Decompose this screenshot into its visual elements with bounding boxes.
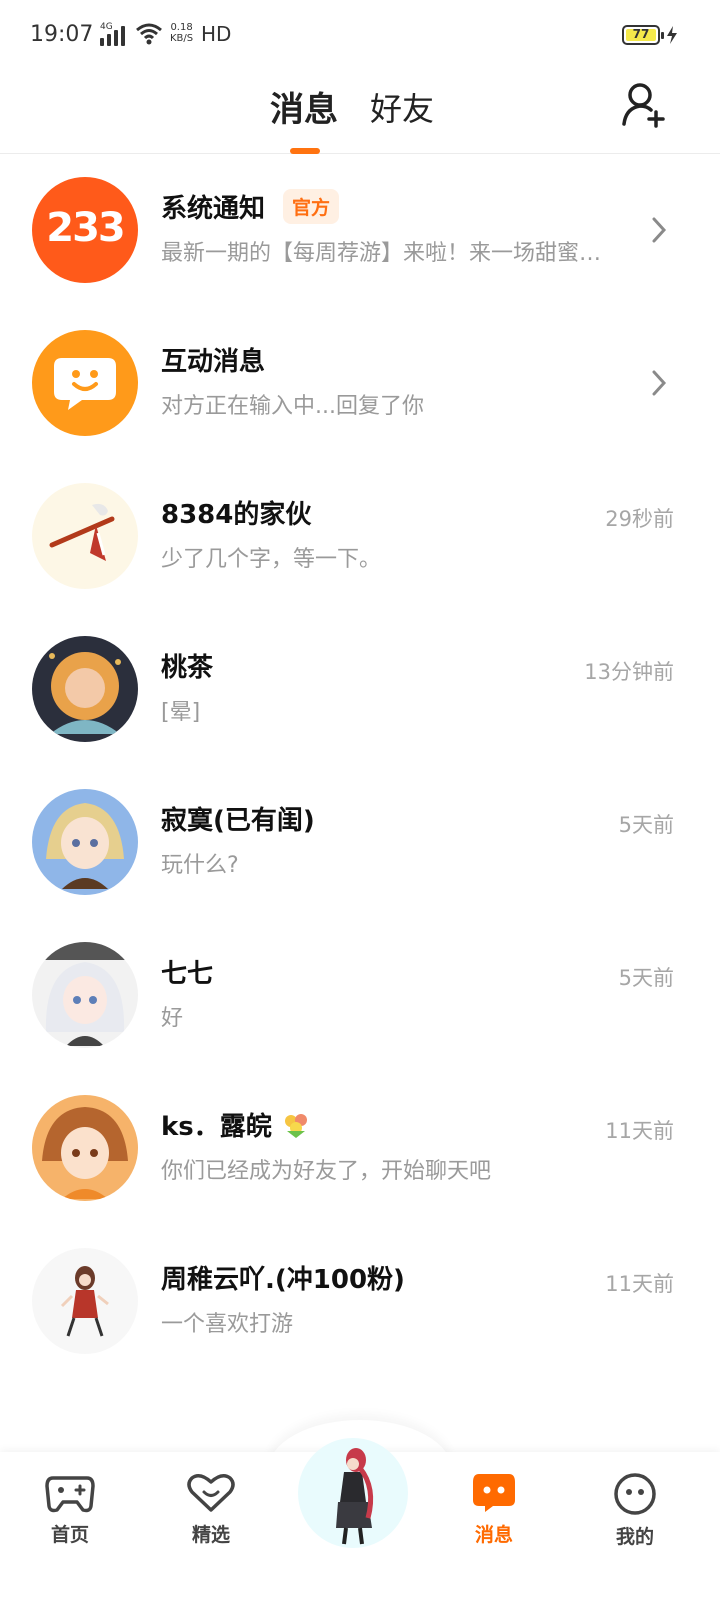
conversation-name: 桃茶 [161, 653, 214, 683]
conversation-name: 周稚云吖.(冲100粉) [161, 1265, 405, 1295]
conversation-name: ks．露皖 [161, 1106, 311, 1143]
character-avatar [336, 1448, 374, 1545]
conversation-item[interactable]: 七七 好 5天前 [0, 920, 720, 1073]
nav-profile[interactable]: 我的 [590, 1472, 680, 1549]
conversation-item-interactions[interactable]: 互动消息 对方正在输入中...回复了你 [0, 308, 720, 461]
user-avatar [32, 1248, 138, 1354]
conversation-preview: 最新一期的【每周荐游】来啦！来一场甜蜜… [161, 241, 602, 266]
conversation-name: 寂寞(已有闺) [161, 806, 315, 836]
conversation-time: 11天前 [605, 1272, 674, 1296]
conversation-preview: 对方正在输入中...回复了你 [161, 394, 424, 419]
conversation-item-system[interactable]: 233 系统通知 官方 最新一期的【每周荐游】来啦！来一场甜蜜… [0, 155, 720, 308]
conversation-item[interactable]: 8384的家伙 少了几个字，等一下。 29秒前 [0, 461, 720, 614]
conversation-name: 七七 [161, 959, 214, 989]
conversation-time: 5天前 [618, 813, 674, 837]
logo-233-text: 233 [46, 205, 126, 251]
header: 消息 好友 [0, 70, 720, 154]
user-avatar [32, 942, 138, 1048]
network-speed: 0.18 KB/S [170, 22, 194, 44]
chat-bubble-avatar [32, 330, 138, 436]
battery-icon: 77 [622, 25, 664, 45]
hd-indicator: HD [201, 22, 232, 46]
charging-icon [667, 26, 677, 44]
chat-bubble-icon [54, 358, 116, 410]
system-logo-avatar: 233 [32, 177, 138, 283]
user-avatar [32, 636, 138, 742]
conversation-item[interactable]: 周稚云吖.(冲100粉) 一个喜欢打游 11天前 [0, 1226, 720, 1379]
conversation-item[interactable]: 桃茶 [晕] 13分钟前 [0, 614, 720, 767]
add-user-icon[interactable] [620, 80, 668, 130]
nav-featured-label: 精选 [191, 1524, 230, 1546]
conversation-time: 13分钟前 [584, 660, 674, 684]
status-time: 19:07 [30, 22, 94, 47]
conversation-name: 8384的家伙 [161, 500, 312, 530]
signal-icon: 4G [100, 22, 125, 46]
profile-icon [614, 1473, 656, 1515]
conversation-time: 11天前 [605, 1119, 674, 1143]
status-bar: 19:07 4G 0.18 KB/S HD 77 [0, 0, 720, 70]
user-avatar [32, 1095, 138, 1201]
chevron-right-icon [652, 370, 667, 396]
conversation-preview: 少了几个字，等一下。 [161, 547, 382, 572]
user-avatar [32, 789, 138, 895]
conversation-name: 互动消息 [161, 347, 266, 377]
conversation-list: 233 系统通知 官方 最新一期的【每周荐游】来啦！来一场甜蜜… 互动消息 对方正… [0, 155, 720, 1379]
tab-messages[interactable]: 消息 [270, 82, 338, 131]
nav-center-character-button[interactable] [298, 1438, 408, 1548]
conversation-item[interactable]: ks．露皖 你们已经成为好友了，开始聊天吧 11天前 [0, 1073, 720, 1226]
nav-profile-label: 我的 [615, 1526, 654, 1548]
nav-messages[interactable]: 消息 [449, 1472, 539, 1547]
conversation-preview: 一个喜欢打游 [161, 1312, 294, 1337]
nav-messages-label: 消息 [474, 1524, 513, 1546]
official-badge: 官方 [283, 189, 340, 224]
tab-friends[interactable]: 好友 [370, 84, 434, 130]
wifi-icon [136, 23, 162, 45]
conversation-name: 系统通知 官方 [161, 188, 340, 225]
active-tab-indicator [290, 148, 320, 154]
conversation-preview: 好 [161, 1006, 184, 1031]
battery-level: 77 [632, 27, 650, 41]
user-avatar [32, 483, 138, 589]
heart-icon [187, 1474, 235, 1512]
conversation-item[interactable]: 寂寞(已有闺) 玩什么? 5天前 [0, 767, 720, 920]
conversation-time: 5天前 [618, 966, 674, 990]
network-type: 4G [100, 22, 113, 32]
chevron-right-icon [652, 217, 667, 243]
nav-featured[interactable]: 精选 [166, 1472, 256, 1547]
conversation-time: 29秒前 [605, 507, 674, 531]
conversation-preview: 你们已经成为好友了，开始聊天吧 [161, 1159, 492, 1184]
flower-emoji-icon [284, 1114, 307, 1138]
conversation-preview: [晕] [161, 700, 201, 725]
nav-home[interactable]: 首页 [25, 1472, 115, 1547]
gamepad-icon [45, 1476, 95, 1513]
conversation-preview: 玩什么? [161, 853, 239, 878]
message-icon [473, 1474, 515, 1512]
nav-home-label: 首页 [50, 1524, 89, 1546]
